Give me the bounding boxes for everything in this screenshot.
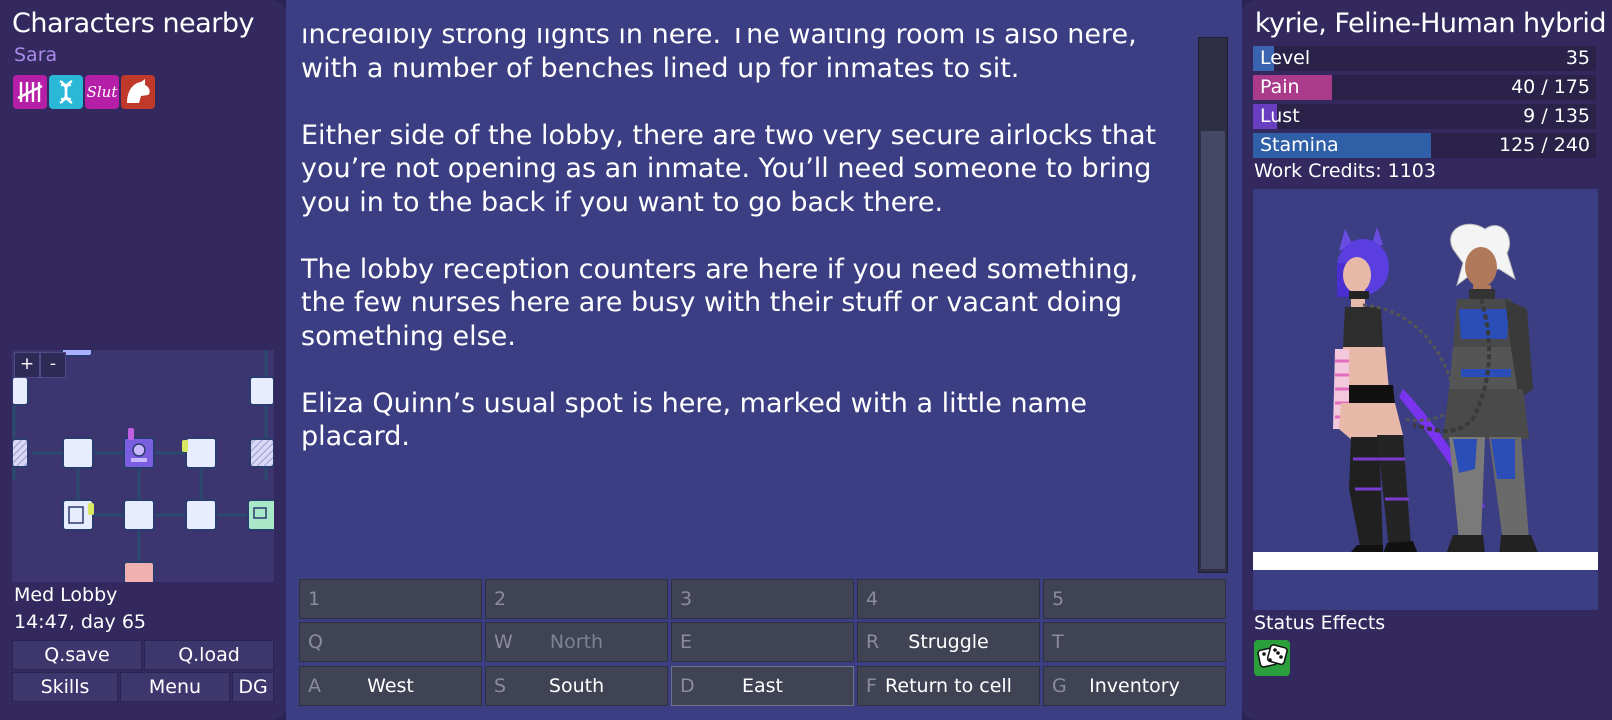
action-label: Inventory <box>1089 675 1180 697</box>
action-label: North <box>549 631 604 653</box>
action-key: 5 <box>1052 588 1065 610</box>
level-bar: Level 35 <box>1253 46 1596 71</box>
stamina-value: 125 / 240 <box>1498 134 1590 156</box>
action-key: T <box>1052 631 1064 653</box>
action-key: 4 <box>866 588 879 610</box>
action-label: East <box>742 675 783 697</box>
lust-value: 9 / 135 <box>1523 105 1590 127</box>
action-label: Return to cell <box>885 675 1012 697</box>
action-button-west[interactable]: A West <box>299 666 482 706</box>
story-scrollbar[interactable] <box>1198 37 1228 573</box>
action-key: 2 <box>494 588 507 610</box>
player-name: kyrie, Feline-Human hybrid <box>1254 8 1607 39</box>
quick-load-button[interactable]: Q.load <box>144 640 274 670</box>
story-paragraph: Eliza Quinn’s usual spot is here, marked… <box>301 387 1088 453</box>
story-text: incredibly strong lights in here. The wa… <box>301 28 1171 568</box>
lust-bar: Lust 9 / 135 <box>1253 104 1596 129</box>
skills-button[interactable]: Skills <box>12 672 118 702</box>
action-button-north[interactable]: W North <box>485 622 668 662</box>
action-button-5[interactable]: 5 <box>1043 579 1226 619</box>
npc-name-link[interactable]: Sara <box>14 44 57 66</box>
action-button-2[interactable]: 2 <box>485 579 668 619</box>
action-button-q[interactable]: Q <box>299 622 482 662</box>
stamina-label: Stamina <box>1260 134 1339 156</box>
minimap-grid <box>12 350 274 582</box>
characters-nearby-title: Characters nearby <box>12 8 254 39</box>
scrollbar-thumb[interactable] <box>1201 131 1225 569</box>
quick-save-button[interactable]: Q.save <box>12 640 142 670</box>
action-key: 3 <box>680 588 693 610</box>
action-key: 1 <box>308 588 321 610</box>
level-label: Level <box>1260 47 1311 69</box>
creature-icon[interactable] <box>121 75 155 109</box>
minimap-zoom-in-button[interactable]: + <box>14 352 40 378</box>
tally-marks-icon[interactable] <box>13 75 47 109</box>
slut-tag-label: Slut <box>86 83 118 101</box>
story-paragraph: incredibly strong lights in here. The wa… <box>301 28 1137 84</box>
pain-bar: Pain 40 / 175 <box>1253 75 1596 100</box>
dice-icon[interactable] <box>1254 640 1290 676</box>
minimap-zoom-out-button[interactable]: - <box>40 352 66 378</box>
action-button-south[interactable]: S South <box>485 666 668 706</box>
pain-value: 40 / 175 <box>1511 76 1590 98</box>
character-illustration <box>1253 223 1598 570</box>
action-button-3[interactable]: 3 <box>671 579 854 619</box>
action-button-return-to-cell[interactable]: F Return to cell <box>857 666 1040 706</box>
story-paragraph: Either side of the lobby, there are two … <box>301 119 1157 218</box>
status-effects-title: Status Effects <box>1254 612 1386 634</box>
action-button-inventory[interactable]: G Inventory <box>1043 666 1226 706</box>
minimap[interactable]: + - <box>12 350 274 582</box>
time-display: 14:47, day 65 <box>14 611 146 633</box>
location-name: Med Lobby <box>14 584 118 606</box>
action-label: West <box>367 675 414 697</box>
character-portrait[interactable] <box>1253 189 1598 610</box>
dna-icon[interactable] <box>49 75 83 109</box>
action-key: Q <box>308 631 323 653</box>
work-credits: Work Credits: 1103 <box>1254 160 1436 182</box>
action-key: E <box>680 631 693 653</box>
action-button-4[interactable]: 4 <box>857 579 1040 619</box>
story-paragraph: The lobby reception counters are here if… <box>301 253 1139 352</box>
dg-button[interactable]: DG <box>232 672 274 702</box>
left-panel: Characters nearby Sara Slut + - Med Lobb… <box>0 0 286 720</box>
lust-label: Lust <box>1260 105 1300 127</box>
action-button-1[interactable]: 1 <box>299 579 482 619</box>
action-button-struggle[interactable]: R Struggle <box>857 622 1040 662</box>
right-panel: kyrie, Feline-Human hybrid Level 35 Pain… <box>1242 0 1612 720</box>
action-button-east[interactable]: D East <box>671 666 854 706</box>
npc-status-icons: Slut <box>13 75 155 109</box>
menu-button[interactable]: Menu <box>120 672 230 702</box>
pain-label: Pain <box>1260 76 1300 98</box>
slut-tag-icon[interactable]: Slut <box>85 75 119 109</box>
level-value: 35 <box>1565 47 1590 69</box>
action-button-e[interactable]: E <box>671 622 854 662</box>
stamina-bar: Stamina 125 / 240 <box>1253 133 1596 158</box>
action-label: South <box>548 675 605 697</box>
action-label: Struggle <box>908 631 989 653</box>
main-content: incredibly strong lights in here. The wa… <box>286 0 1242 720</box>
action-button-t[interactable]: T <box>1043 622 1226 662</box>
